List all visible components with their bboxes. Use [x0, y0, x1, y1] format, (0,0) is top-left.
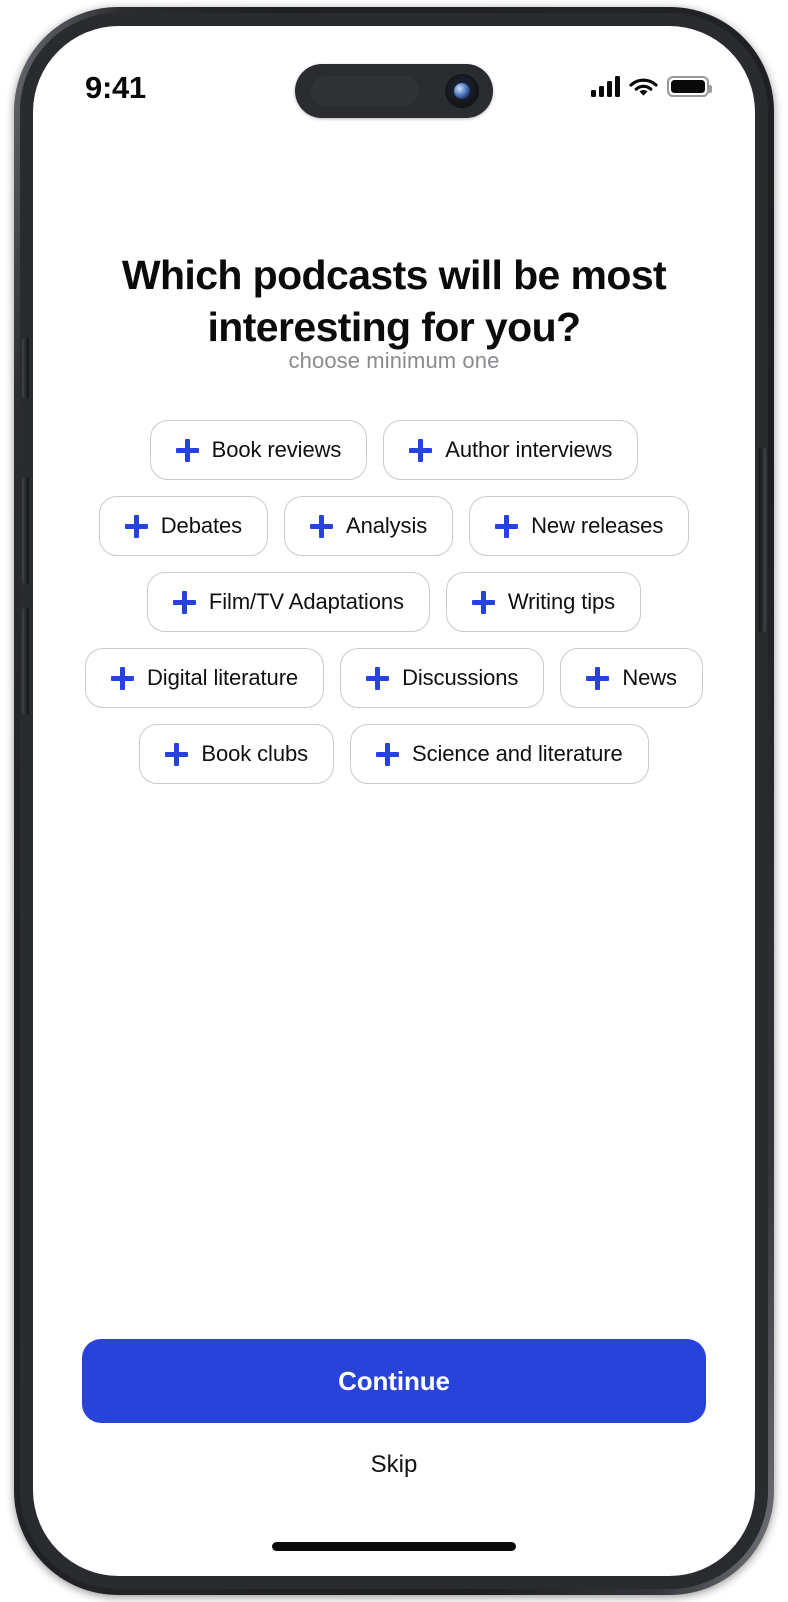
topic-chip-writing-tips[interactable]: Writing tips	[445, 572, 642, 632]
topic-chip-label: Book reviews	[211, 437, 342, 462]
chip-row: Digital literature Discussions News	[67, 648, 721, 708]
plus-icon	[471, 590, 495, 614]
plus-icon	[172, 590, 196, 614]
topic-chip-book-reviews[interactable]: Book reviews	[149, 420, 368, 480]
cellular-signal-icon	[591, 76, 620, 97]
topic-chip-author-interviews[interactable]: Author interviews	[383, 420, 639, 480]
plus-icon	[495, 514, 519, 538]
chip-row: Book reviews Author interviews	[67, 420, 721, 480]
home-indicator[interactable]	[272, 1542, 516, 1551]
continue-button[interactable]: Continue	[82, 1339, 706, 1423]
topic-chip-film-tv-adaptations[interactable]: Film/TV Adaptations	[146, 572, 430, 632]
continue-button-label: Continue	[338, 1365, 450, 1396]
topic-chip-label: Debates	[160, 513, 243, 538]
topic-chip-label: News	[622, 665, 677, 690]
skip-button[interactable]: Skip	[33, 1451, 755, 1479]
plus-icon	[586, 666, 610, 690]
topic-chip-science-and-literature[interactable]: Science and literature	[350, 724, 649, 784]
phone-screen: 9:41 Which podcasts will be most interes…	[33, 26, 755, 1576]
volume-down-button[interactable]	[22, 607, 29, 715]
topic-chip-label: Film/TV Adaptations	[208, 589, 404, 614]
topic-chip-label: Book clubs	[201, 741, 309, 766]
volume-up-button[interactable]	[22, 477, 29, 585]
topic-chip-label: Analysis	[346, 513, 428, 538]
plus-icon	[165, 742, 189, 766]
topic-chip-label: Author interviews	[445, 437, 613, 462]
plus-icon	[409, 438, 433, 462]
status-bar: 9:41	[33, 26, 755, 130]
phone-device-frame: 9:41 Which podcasts will be most interes…	[14, 7, 774, 1595]
wifi-icon	[629, 78, 658, 96]
battery-level-fill	[671, 80, 705, 93]
earpiece-speaker	[311, 76, 419, 106]
page-title: Which podcasts will be most interesting …	[121, 252, 667, 351]
dynamic-island	[295, 64, 493, 118]
chip-row: Film/TV Adaptations Writing tips	[67, 572, 721, 632]
topic-chip-book-clubs[interactable]: Book clubs	[139, 724, 335, 784]
topic-chip-discussions[interactable]: Discussions	[340, 648, 545, 708]
topic-chip-label: Digital literature	[147, 665, 299, 690]
plus-icon	[111, 666, 135, 690]
topic-chip-label: Writing tips	[507, 589, 616, 614]
plus-icon	[310, 514, 334, 538]
camera-lens	[454, 83, 470, 99]
power-button[interactable]	[759, 447, 766, 633]
battery-cap	[709, 85, 712, 93]
chip-row: Debates Analysis New releases	[67, 496, 721, 556]
page-subtitle: choose minimum one	[288, 348, 500, 373]
podcast-topic-chip-list: Book reviews Author interviews Debates A	[67, 420, 721, 800]
plus-icon	[124, 514, 148, 538]
topic-chip-news[interactable]: News	[560, 648, 703, 708]
topic-chip-label: Science and literature	[412, 741, 623, 766]
plus-icon	[376, 742, 400, 766]
topic-chip-new-releases[interactable]: New releases	[469, 496, 690, 556]
chip-row: Book clubs Science and literature	[67, 724, 721, 784]
topic-chip-label: Discussions	[402, 665, 519, 690]
onboarding-screen: Which podcasts will be most interesting …	[33, 26, 755, 1576]
plus-icon	[366, 666, 390, 690]
topic-chip-label: New releases	[531, 513, 664, 538]
plus-icon	[175, 438, 199, 462]
status-bar-icons	[591, 76, 712, 97]
topic-chip-analysis[interactable]: Analysis	[284, 496, 454, 556]
front-camera-icon	[445, 74, 479, 108]
status-bar-time: 9:41	[85, 70, 146, 105]
topic-chip-debates[interactable]: Debates	[98, 496, 269, 556]
action-button[interactable]	[22, 337, 29, 399]
topic-chip-digital-literature[interactable]: Digital literature	[85, 648, 325, 708]
battery-full-icon	[667, 76, 712, 97]
